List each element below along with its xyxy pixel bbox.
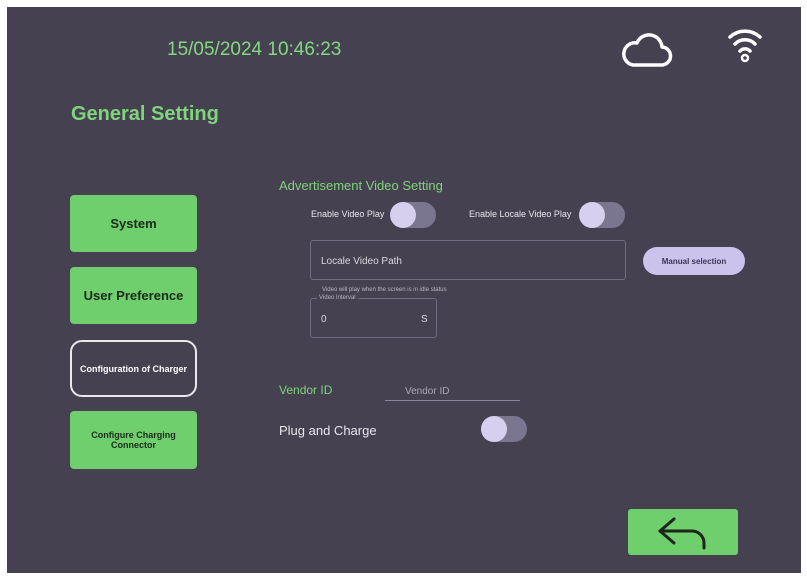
- plug-and-charge-label: Plug and Charge: [279, 423, 377, 438]
- locale-video-path-placeholder: Locale Video Path: [321, 256, 402, 267]
- back-button[interactable]: [628, 509, 738, 555]
- sidebar-item-configure-charging-connector[interactable]: Configure Charging Connector: [70, 411, 197, 469]
- settings-screen: 15/05/2024 10:46:23 General Setting Syst…: [7, 7, 801, 573]
- cloud-icon: [622, 33, 673, 67]
- enable-video-label: Enable Video Play: [311, 209, 385, 219]
- sidebar-item-system[interactable]: System: [70, 195, 197, 252]
- enable-video-toggle[interactable]: [390, 202, 436, 228]
- page-title: General Setting: [71, 103, 219, 125]
- back-arrow-icon: [658, 517, 706, 550]
- video-idle-hint: Video will play when the screen is in id…: [322, 287, 447, 293]
- toggle-knob: [390, 202, 416, 228]
- toggle-knob: [579, 202, 605, 228]
- datetime: 15/05/2024 10:46:23: [167, 39, 342, 60]
- manual-selection-button[interactable]: Manual selection: [643, 247, 745, 275]
- wifi-icon: [728, 29, 762, 63]
- sidebar-item-user-preference[interactable]: User Preference: [70, 267, 197, 324]
- video-interval-unit: S: [421, 314, 428, 325]
- video-interval-field[interactable]: Video Interval 0 S: [310, 295, 437, 338]
- vendor-id-label: Vendor ID: [279, 383, 333, 397]
- vendor-id-input[interactable]: [385, 383, 520, 401]
- enable-local-video-toggle[interactable]: [579, 202, 625, 228]
- sidebar-item-configuration-of-charger[interactable]: Configuration of Charger: [70, 340, 197, 397]
- video-interval-label: Video Interval: [317, 295, 358, 301]
- section-title-advertisement: Advertisement Video Setting: [279, 178, 443, 193]
- toggle-knob: [481, 416, 507, 442]
- plug-and-charge-toggle[interactable]: [481, 416, 527, 442]
- video-interval-value: 0: [321, 314, 327, 325]
- locale-video-path-field[interactable]: Locale Video Path: [310, 240, 626, 280]
- enable-local-video-label: Enable Locale Video Play: [469, 209, 572, 219]
